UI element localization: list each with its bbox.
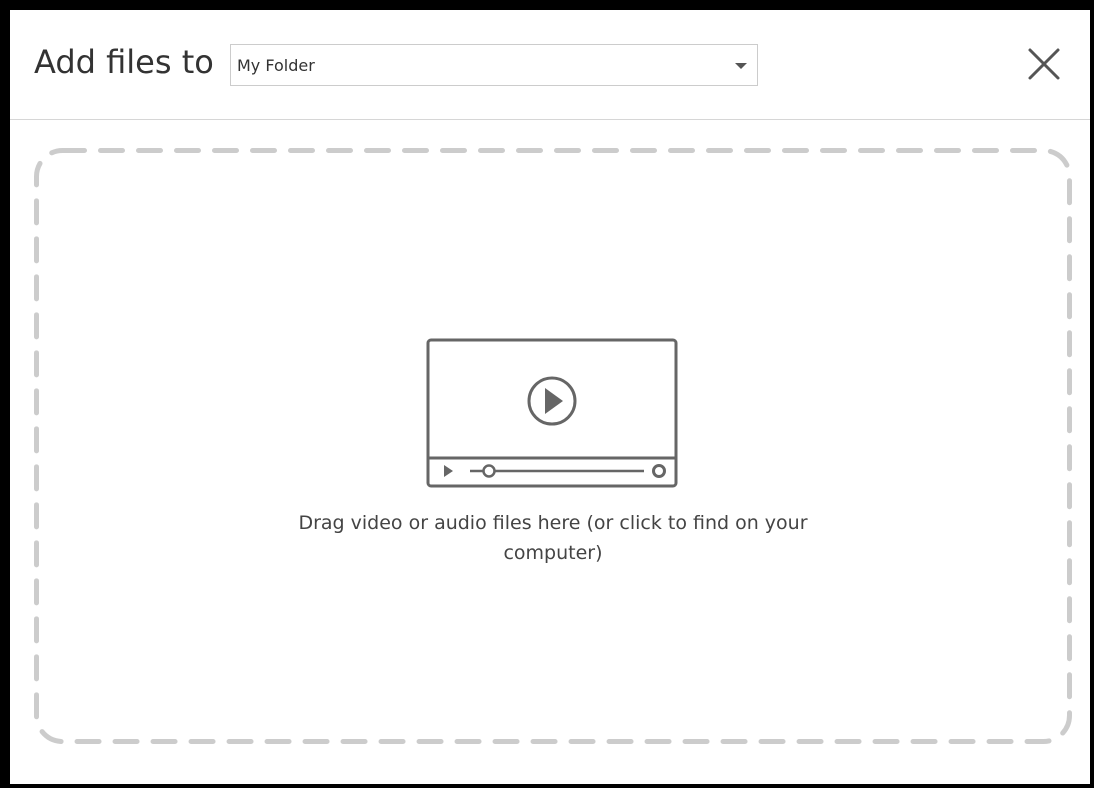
- add-files-dialog: Add files to My Folder Drag video or aud…: [10, 10, 1090, 784]
- folder-select-value: My Folder: [237, 56, 315, 75]
- chevron-down-icon: [735, 63, 747, 69]
- dialog-header: Add files to My Folder: [10, 10, 1090, 120]
- close-icon: [1028, 48, 1060, 80]
- dialog-title: Add files to: [34, 43, 214, 81]
- dropzone-instructions: Drag video or audio files here (or click…: [298, 512, 808, 564]
- file-dropzone[interactable]: Drag video or audio files here (or click…: [34, 148, 1072, 744]
- video-player-icon: [426, 338, 678, 488]
- folder-select[interactable]: My Folder: [230, 44, 758, 86]
- close-button[interactable]: [1024, 44, 1064, 84]
